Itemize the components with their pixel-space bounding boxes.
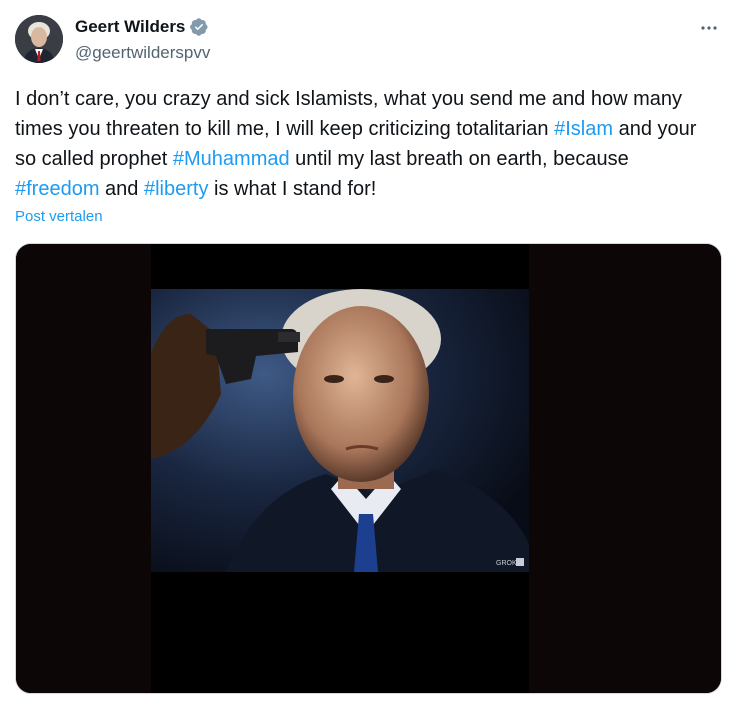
- grok-watermark: GROK: [496, 560, 517, 567]
- author-name-row: Geert Wilders: [75, 16, 209, 38]
- author-handle[interactable]: @geertwilderspvv: [75, 42, 210, 64]
- tweet-text-segment: until my last breath on earth, because: [289, 148, 629, 170]
- tweet-card[interactable]: Geert Wilders @geertwilderspvv I don’t c…: [0, 0, 733, 702]
- hashtag-link[interactable]: #freedom: [15, 178, 100, 200]
- author-display-name[interactable]: Geert Wilders: [75, 16, 185, 38]
- avatar-photo-icon: [15, 15, 63, 63]
- hashtag-link[interactable]: #Muhammad: [173, 148, 290, 170]
- tweet-text: I don’t care, you crazy and sick Islamis…: [15, 84, 715, 204]
- author-avatar[interactable]: [15, 15, 63, 63]
- more-dots-icon: [701, 26, 717, 30]
- tweet-media[interactable]: GROK: [15, 243, 722, 694]
- hashtag-link[interactable]: #liberty: [144, 178, 208, 200]
- translate-post-link[interactable]: Post vertalen: [15, 207, 103, 227]
- hashtag-link[interactable]: #Islam: [554, 118, 613, 140]
- verified-badge-icon[interactable]: [189, 17, 209, 37]
- tweet-text-segment: is what I stand for!: [208, 178, 377, 200]
- embedded-image: GROK: [16, 244, 721, 693]
- more-options-button[interactable]: [695, 14, 723, 42]
- tweet-text-segment: and: [99, 178, 144, 200]
